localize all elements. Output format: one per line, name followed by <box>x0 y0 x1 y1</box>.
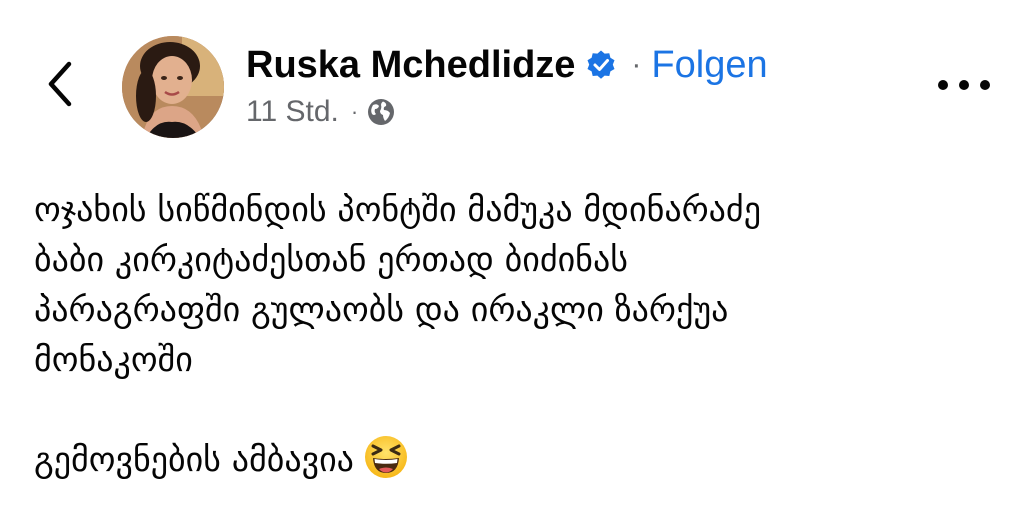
grinning-squinting-face-emoji <box>364 435 408 479</box>
header-separator: · <box>631 48 642 81</box>
more-options-button[interactable] <box>938 70 990 100</box>
post-text-line: ოჯახის სიწმინდის პონტში მამუკა მდინარაძე <box>34 190 761 230</box>
post-text-line: მონაკოში <box>34 340 193 380</box>
post-meta: 11 Std. · <box>246 92 396 132</box>
post-closing-text: გემოვნების ამბავია <box>34 440 354 480</box>
more-options-dot <box>959 80 969 90</box>
globe-icon[interactable] <box>366 97 396 127</box>
post-header: Ruska Mchedlidze · Folgen <box>246 40 768 90</box>
chevron-left-icon <box>45 60 75 112</box>
more-options-dot <box>980 80 990 90</box>
post-text-line: ბაბი კირკიტაძესთან ერთად ბიძინას <box>34 240 628 280</box>
back-button[interactable] <box>38 60 82 112</box>
avatar[interactable] <box>122 36 224 138</box>
post-text-line: პარაგრაფში გულაობს და ირაკლი ზარქუა <box>34 290 729 330</box>
meta-separator: · <box>350 99 359 124</box>
verified-badge-icon <box>585 49 617 81</box>
post-closing-line: გემოვნების ამბავია <box>34 435 994 485</box>
more-options-dot <box>938 80 948 90</box>
follow-button[interactable]: Folgen <box>651 44 767 87</box>
author-name[interactable]: Ruska Mchedlidze <box>246 44 575 87</box>
post-text: ოჯახის სიწმინდის პონტში მამუკა მდინარაძე… <box>34 185 994 485</box>
post-timestamp[interactable]: 11 Std. <box>246 95 339 129</box>
